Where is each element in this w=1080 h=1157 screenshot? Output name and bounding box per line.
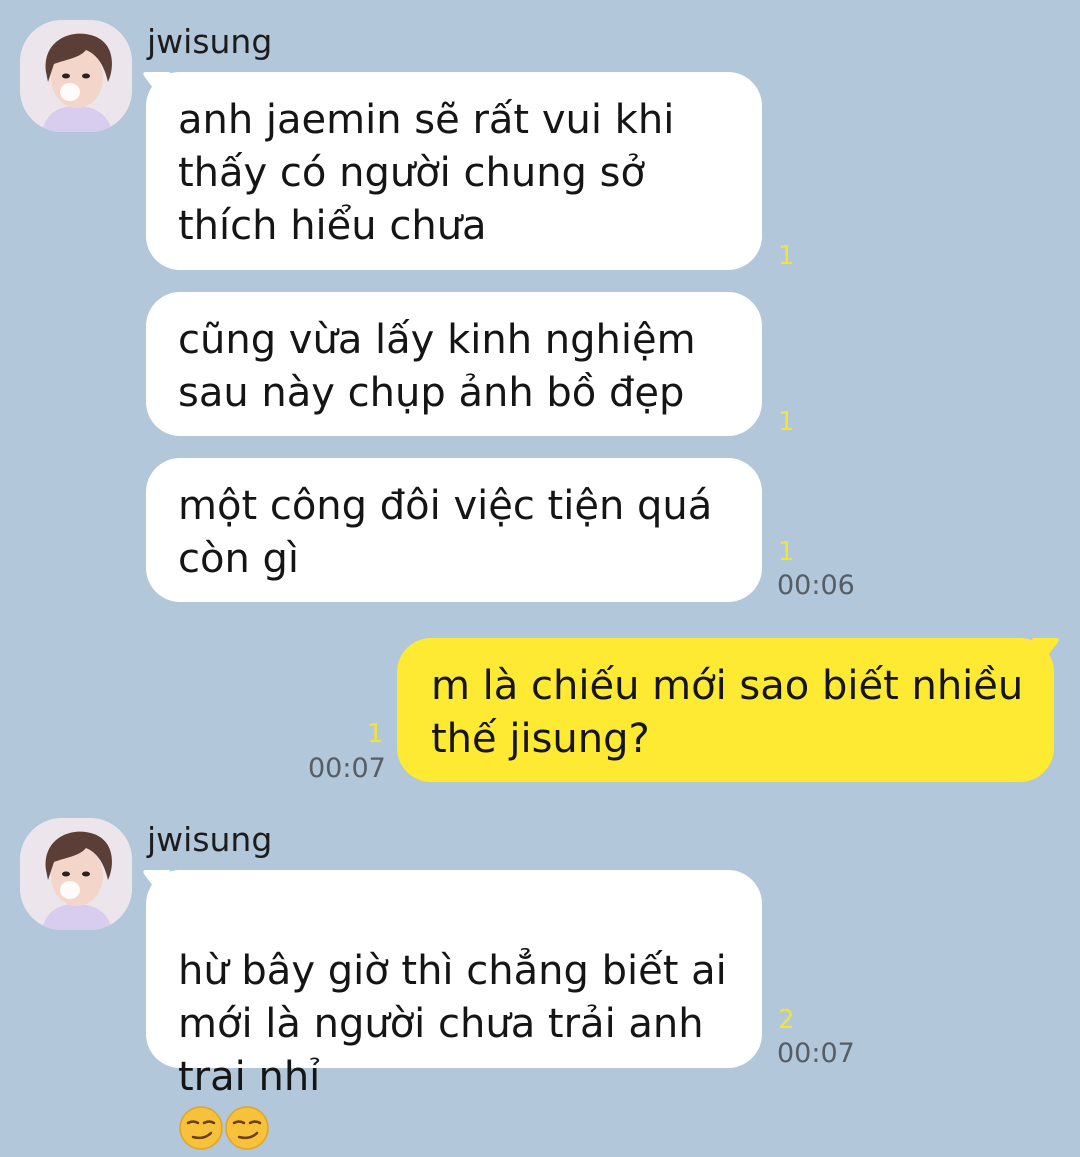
- message-bubble[interactable]: một công đôi việc tiện quá còn gì: [146, 458, 762, 602]
- unread-count: 1: [778, 407, 795, 437]
- unread-count: 1: [778, 537, 795, 567]
- smirking-face-emoji-icon: [179, 1106, 223, 1150]
- smirking-face-emoji-icon: [225, 1106, 269, 1150]
- timestamp: 00:06: [777, 570, 855, 601]
- avatar[interactable]: [20, 818, 132, 930]
- unread-count: 1: [778, 241, 795, 271]
- message-bubble[interactable]: hừ bây giờ thì chẳng biết ai mới là ngườ…: [146, 870, 762, 1150]
- timestamp: 00:07: [308, 753, 386, 784]
- bubble-tail: [1032, 638, 1059, 666]
- message-text: hừ bây giờ thì chẳng biết ai mới là ngườ…: [178, 948, 727, 1100]
- avatar[interactable]: [20, 20, 132, 132]
- sender-name: jwisung: [147, 22, 273, 61]
- timestamp: 00:07: [777, 1038, 855, 1069]
- unread-count: 2: [778, 1005, 795, 1035]
- message-bubble[interactable]: anh jaemin sẽ rất vui khi thấy có người …: [146, 72, 762, 270]
- message-bubble[interactable]: m là chiếu mới sao biết nhiều thế jisung…: [397, 638, 1054, 782]
- unread-count: 1: [367, 719, 384, 749]
- message-bubble[interactable]: cũng vừa lấy kinh nghiệm sau này chụp ản…: [146, 292, 762, 436]
- profile-photo-avatar-icon: [20, 20, 132, 132]
- profile-photo-avatar-icon: [20, 818, 132, 930]
- sender-name: jwisung: [147, 820, 273, 859]
